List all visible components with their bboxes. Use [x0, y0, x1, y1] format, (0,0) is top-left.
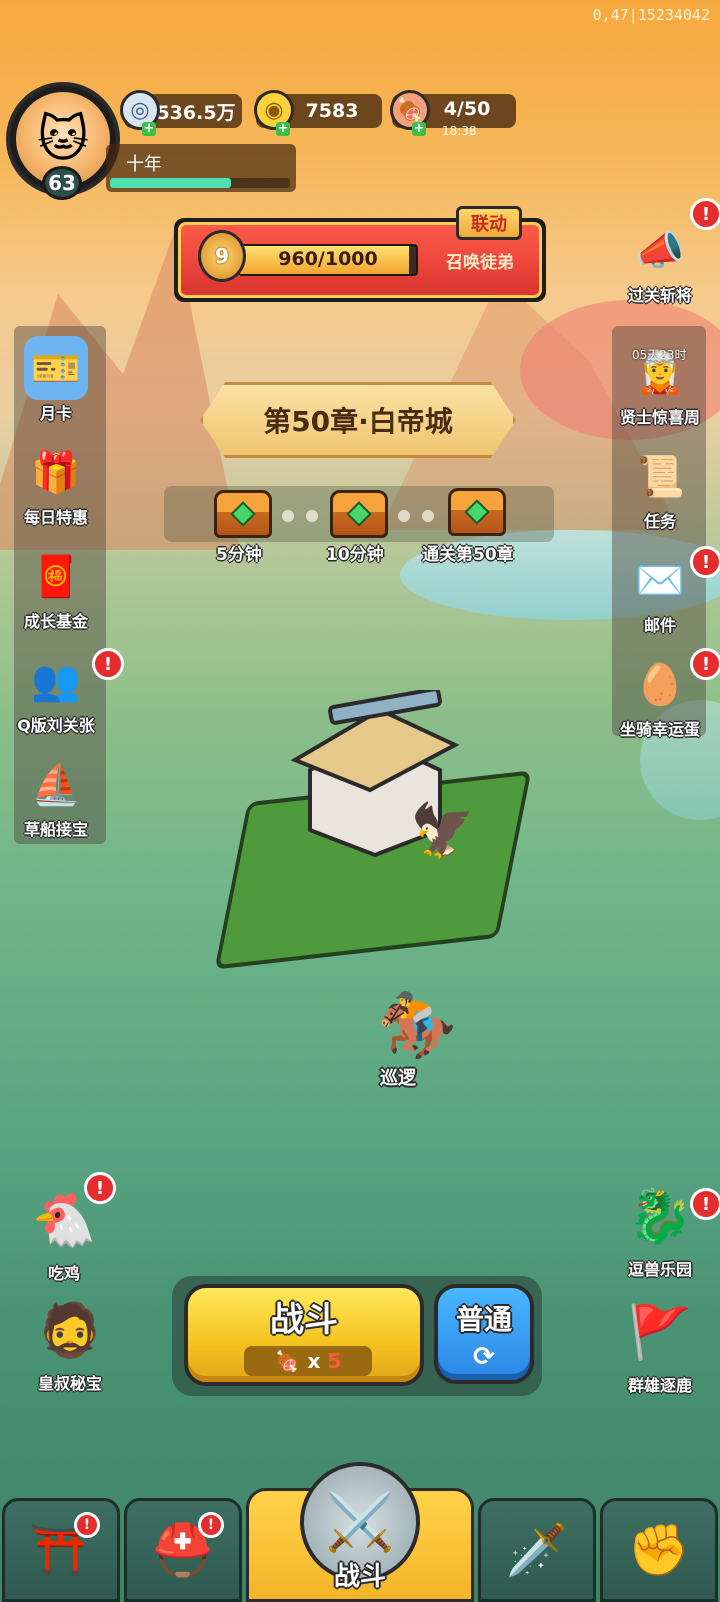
player-level-badge: 63	[42, 166, 82, 200]
reward-chest-1[interactable]	[214, 490, 272, 538]
mail-icon: ✉️	[635, 557, 685, 604]
alert-icon: !	[84, 1172, 116, 1204]
side-label: 过关斩将	[627, 286, 692, 305]
fight-cost: 🍖 x 5	[244, 1346, 372, 1376]
right-item-tasks[interactable]: 📜 任务	[610, 444, 710, 532]
side-label: 群雄逐鹿	[627, 1376, 692, 1395]
player-name: 十年	[126, 154, 162, 175]
nav-tab-upgrade[interactable]: ✊	[600, 1498, 718, 1602]
summon-apprentice-button[interactable]: 召唤徒弟	[430, 248, 530, 273]
side-label: 坐骑幸运蛋	[619, 720, 700, 739]
side-label: 每日特惠	[23, 508, 88, 527]
patrol-label: 巡逻	[380, 1068, 416, 1089]
progress-dot	[422, 510, 434, 522]
gift-bag-icon: 🎁	[31, 449, 81, 496]
weapon-stars-icon: 🗡️	[505, 1520, 569, 1579]
alert-icon: !	[92, 648, 124, 680]
chapter-plaque: 第50章·白帝城	[200, 382, 516, 458]
boat-icon: ⛵	[31, 761, 81, 808]
summon-progress-text: 960/1000	[278, 248, 378, 270]
battle-banner-icon: 🚩	[627, 1302, 693, 1363]
silver-add-icon[interactable]: +	[142, 122, 156, 136]
nav-battle-label: 战斗	[333, 1562, 386, 1592]
megaphone-girl-icon: 📣	[635, 227, 685, 274]
purple-beast-icon: 🐉	[627, 1186, 693, 1247]
reward-chest-2[interactable]	[330, 490, 388, 538]
difficulty-mode-label: 普通	[455, 1303, 512, 1336]
left-item-daily-deal[interactable]: 🎁 每日特惠	[6, 440, 106, 528]
money-god-icon: 🧧	[31, 553, 81, 600]
alert-icon: !	[690, 648, 720, 680]
player-exp-fill	[110, 178, 231, 188]
three-brothers-icon: 👥	[31, 657, 81, 704]
gold-add-icon[interactable]: +	[276, 122, 290, 136]
power-fist-icon: ✊	[627, 1520, 691, 1579]
stamina-add-icon[interactable]: +	[412, 122, 426, 136]
left-item-uncle-treasure[interactable]: 🧔 皇叔秘宝	[20, 1290, 120, 1394]
meat-icon: 🍖	[274, 1349, 300, 1373]
gem-icon	[464, 499, 490, 525]
left-item-monthly-card[interactable]: 🎫 月卡	[6, 336, 106, 424]
collab-tag: 联动	[456, 206, 522, 240]
alert-icon: !	[690, 546, 720, 578]
reward-label: 通关第50章	[422, 545, 514, 565]
refresh-icon: ⟳	[473, 1342, 495, 1372]
reward-label: 5分钟	[216, 545, 262, 565]
fight-button-label: 战斗	[270, 1300, 338, 1340]
alert-icon: !	[198, 1512, 224, 1538]
gem-icon	[230, 501, 256, 527]
gem-icon	[346, 501, 372, 527]
side-label: 任务	[643, 512, 676, 531]
reward-label: 10分钟	[326, 545, 384, 565]
purple-phoenix-icon: 🦅	[410, 801, 475, 861]
medal-icon: 9	[198, 230, 246, 282]
panda-egg-icon: 🥚	[635, 661, 685, 708]
scroll-icon: 📜	[635, 453, 685, 500]
emperor-uncle-icon: 🧔	[37, 1300, 103, 1361]
side-label: 逗兽乐园	[627, 1260, 692, 1279]
side-label: 草船接宝	[23, 820, 88, 839]
welfare-card-icon: 🎫	[24, 336, 88, 400]
cost-value: 5	[327, 1349, 342, 1373]
alert-icon: !	[690, 1188, 720, 1220]
nav-tab-equipment[interactable]: 🗡️	[478, 1498, 596, 1602]
side-label: 吃鸡	[47, 1264, 80, 1283]
right-item-heroes-chase[interactable]: 🚩 群雄逐鹿	[610, 1292, 710, 1396]
stamina-timer: 18:38	[442, 124, 477, 138]
cost-prefix: x	[307, 1349, 321, 1373]
side-label: 皇叔秘宝	[37, 1374, 102, 1393]
debug-overlay-text: 0,47|15234042	[592, 6, 710, 24]
player-exp-bar	[110, 178, 290, 188]
chapter-title: 第50章·白帝城	[263, 405, 453, 438]
left-item-straw-boat[interactable]: ⛵ 草船接宝	[6, 752, 106, 840]
left-item-q-liu-guan-zhang[interactable]: 👥 Q版刘关张	[6, 648, 106, 736]
progress-dot	[398, 510, 410, 522]
progress-dot	[306, 510, 318, 522]
alert-icon: !	[74, 1512, 100, 1538]
side-label: 月卡	[39, 404, 72, 423]
patrol-hero-rider-icon[interactable]: 🏇	[362, 980, 472, 1070]
side-label: Q版刘关张	[17, 716, 95, 735]
reward-chest-3[interactable]	[448, 488, 506, 536]
nav-tab-city[interactable]: ⛩️	[2, 1498, 120, 1602]
progress-dot	[282, 510, 294, 522]
side-label: 贤士惊喜周	[619, 408, 700, 427]
sage-week-timer: 05天23时	[632, 348, 687, 362]
left-item-growth-fund[interactable]: 🧧 成长基金	[6, 544, 106, 632]
side-label: 成长基金	[23, 612, 88, 631]
alert-icon: !	[690, 198, 720, 230]
nav-tab-heroes[interactable]: ⛑️	[124, 1498, 242, 1602]
side-label: 邮件	[643, 616, 676, 635]
right-item-stage-general[interactable]: 📣 过关斩将	[610, 218, 710, 306]
